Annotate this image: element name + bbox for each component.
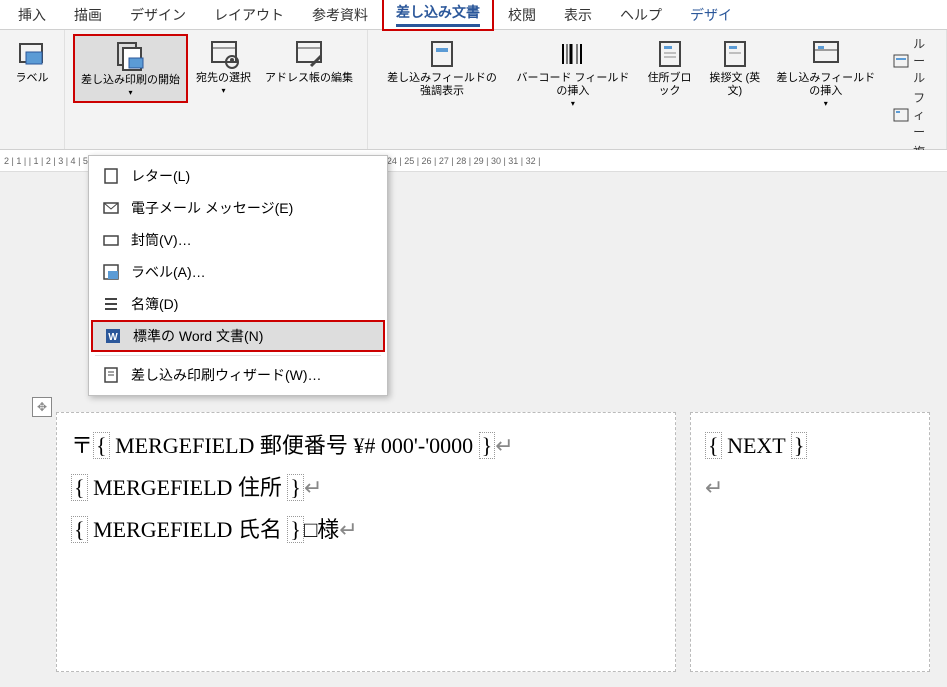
- doc-line-3: { MERGEFIELD 氏名 }□様↵: [71, 509, 661, 551]
- menu-envelopes[interactable]: 封筒(V)…: [89, 224, 387, 256]
- recipients-icon: [208, 38, 240, 70]
- edit-list-icon: [293, 38, 325, 70]
- greeting-line-button[interactable]: 挨拶文 (英文): [703, 34, 766, 102]
- tab-references[interactable]: 参考資料: [298, 1, 382, 29]
- highlight-field-icon: [426, 38, 458, 70]
- email-icon: [101, 198, 121, 218]
- svg-text:W: W: [108, 332, 118, 343]
- tab-help[interactable]: ヘルプ: [606, 1, 676, 29]
- table-move-handle[interactable]: ✥: [32, 397, 52, 417]
- edit-recipients-button[interactable]: アドレス帳の編集: [259, 34, 359, 89]
- tab-review[interactable]: 校閲: [494, 1, 550, 29]
- field-brace-open: {: [71, 516, 88, 543]
- chevron-down-icon: ▾: [221, 86, 225, 95]
- insert-field-icon: [810, 38, 842, 70]
- mergefield-address: MERGEFIELD 住所: [88, 475, 288, 500]
- group-start-merge: 差し込み印刷の開始 ▾ 宛先の選択 ▾ アドレス帳の編集: [65, 30, 368, 149]
- word-doc-icon: W: [103, 326, 123, 346]
- chevron-down-icon: ▾: [824, 99, 828, 108]
- start-merge-icon: [115, 40, 147, 72]
- rules-button[interactable]: ルール: [891, 34, 938, 87]
- menu-labels[interactable]: ラベル(A)…: [89, 256, 387, 288]
- field-brace-close: }: [287, 474, 304, 501]
- menu-letters[interactable]: レター(L): [89, 160, 387, 192]
- barcode-button[interactable]: バーコード フィールドの挿入 ▾: [510, 34, 636, 112]
- field-brace-close: }: [791, 432, 808, 459]
- paragraph-mark: ↵: [304, 475, 322, 500]
- chevron-down-icon: ▾: [571, 99, 575, 108]
- menu-separator: [95, 355, 381, 356]
- labels-icon: [101, 262, 121, 282]
- next-field: NEXT: [722, 433, 791, 458]
- letter-icon: [101, 166, 121, 186]
- match-fields-button[interactable]: フィー: [891, 88, 938, 141]
- group-create: ラベル: [0, 30, 65, 149]
- chevron-down-icon: ▾: [128, 88, 132, 97]
- highlight-fields-button[interactable]: 差し込みフィールドの強調表示: [376, 34, 508, 102]
- doc-next-line: { NEXT }: [705, 425, 915, 467]
- field-brace-open: {: [93, 432, 110, 459]
- menu-email[interactable]: 電子メール メッセージ(E): [89, 192, 387, 224]
- menu-normal-word-doc[interactable]: W 標準の Word 文書(N): [91, 320, 385, 352]
- start-mail-merge-menu: レター(L) 電子メール メッセージ(E) 封筒(V)… ラベル(A)… 名簿(…: [88, 155, 388, 396]
- labels-button[interactable]: ラベル: [8, 34, 56, 89]
- field-brace-open: {: [71, 474, 88, 501]
- mergefield-name: MERGEFIELD 氏名: [88, 517, 288, 542]
- match-fields-icon: [893, 107, 909, 123]
- envelope-icon: [101, 230, 121, 250]
- tab-layout[interactable]: レイアウト: [200, 1, 298, 29]
- label-cell-2[interactable]: { NEXT } ↵: [690, 412, 930, 672]
- field-brace-open: {: [705, 432, 722, 459]
- doc-line-2: { MERGEFIELD 住所 }↵: [71, 467, 661, 509]
- tab-design[interactable]: デザイン: [116, 1, 200, 29]
- group-write-insert: 差し込みフィールドの強調表示 バーコード フィールドの挿入 ▾ 住所ブロック: [368, 30, 947, 149]
- paragraph-mark: ↵: [705, 467, 915, 509]
- wizard-icon: [101, 365, 121, 385]
- ribbon-body: ラベル 差し込み印刷の開始 ▾ 宛先の選択 ▾: [0, 30, 947, 150]
- field-brace-close: }: [287, 516, 304, 543]
- tab-mailings[interactable]: 差し込み文書: [382, 0, 494, 31]
- tab-table-design[interactable]: デザイ: [676, 1, 746, 29]
- label-cell-1[interactable]: 〒{ MERGEFIELD 郵便番号 ¥# 000'-'0000 }↵ { ME…: [56, 412, 676, 672]
- doc-line-1: 〒{ MERGEFIELD 郵便番号 ¥# 000'-'0000 }↵: [71, 425, 661, 467]
- barcode-icon: [557, 38, 589, 70]
- tab-view[interactable]: 表示: [550, 1, 606, 29]
- address-block-button[interactable]: 住所ブロック: [638, 34, 702, 102]
- ribbon-tabs: 挿入 描画 デザイン レイアウト 参考資料 差し込み文書 校閲 表示 ヘルプ デ…: [0, 0, 947, 30]
- start-mail-merge-button[interactable]: 差し込み印刷の開始 ▾: [73, 34, 188, 103]
- field-brace-close: }: [479, 432, 496, 459]
- menu-directory[interactable]: 名簿(D): [89, 288, 387, 320]
- directory-icon: [101, 294, 121, 314]
- label-icon: [16, 38, 48, 70]
- greeting-icon: [719, 38, 751, 70]
- rules-icon: [893, 53, 909, 69]
- paragraph-mark: ↵: [339, 517, 357, 542]
- address-block-icon: [654, 38, 686, 70]
- tab-draw[interactable]: 描画: [60, 1, 116, 29]
- mergefield-postal: MERGEFIELD 郵便番号 ¥# 000'-'0000: [110, 433, 479, 458]
- paragraph-mark: ↵: [495, 433, 513, 458]
- insert-merge-field-button[interactable]: 差し込みフィールドの挿入 ▾: [768, 34, 883, 112]
- menu-wizard[interactable]: 差し込み印刷ウィザード(W)…: [89, 359, 387, 391]
- tab-insert[interactable]: 挿入: [4, 1, 60, 29]
- select-recipients-button[interactable]: 宛先の選択 ▾: [190, 34, 257, 99]
